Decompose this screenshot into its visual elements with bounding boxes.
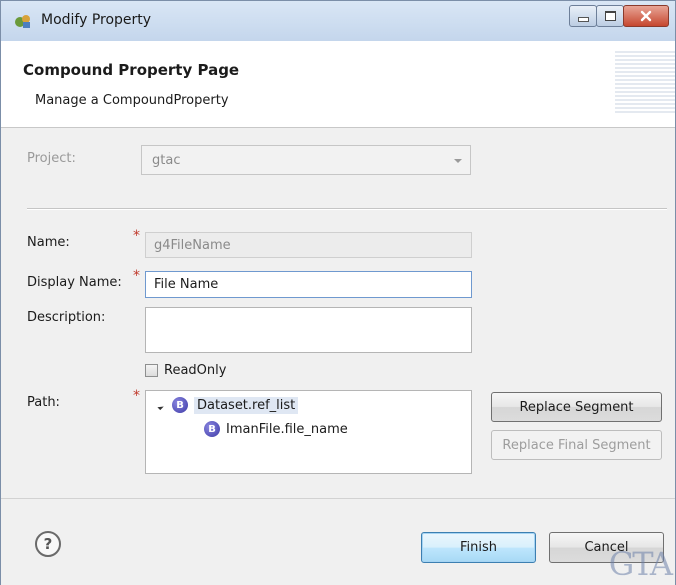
required-star: * <box>133 268 140 284</box>
name-field <box>145 232 472 258</box>
minimize-button[interactable] <box>569 5 597 27</box>
project-combo: gtac <box>141 145 471 175</box>
page-header: Compound Property Page Manage a Compound… <box>1 41 675 128</box>
finish-button[interactable]: Finish <box>421 532 536 563</box>
business-object-icon: B <box>204 421 220 437</box>
path-label: Path: <box>27 395 60 410</box>
description-label: Description: <box>27 310 106 325</box>
readonly-checkbox-row[interactable]: ReadOnly <box>145 363 226 378</box>
replace-final-segment-button: Replace Final Segment <box>491 430 662 460</box>
description-field[interactable] <box>145 307 472 353</box>
readonly-label: ReadOnly <box>164 363 227 378</box>
tree-item-label: Dataset.ref_list <box>194 396 299 414</box>
eclipse-property-icon <box>15 15 30 28</box>
title-bar[interactable]: Modify Property <box>1 1 675 41</box>
expand-triangle-icon[interactable] <box>157 400 167 410</box>
form-content: Project: gtac Name: * Display Name: * De… <box>1 128 675 498</box>
page-title: Compound Property Page <box>23 61 240 79</box>
display-name-field[interactable] <box>145 271 472 298</box>
minimize-icon <box>577 16 589 22</box>
separator <box>27 208 667 210</box>
tree-item[interactable]: B ImanFile.file_name <box>204 419 348 439</box>
window-title: Modify Property <box>41 12 152 28</box>
gta-watermark: GTA <box>608 545 673 583</box>
modify-property-dialog: Modify Property Compound Property Page M… <box>0 0 676 585</box>
help-icon[interactable]: ? <box>35 531 61 557</box>
header-banner-graphic <box>615 51 675 115</box>
business-object-icon: B <box>172 397 188 413</box>
project-value: gtac <box>152 153 181 168</box>
display-name-label: Display Name: <box>27 275 122 290</box>
tree-item[interactable]: B Dataset.ref_list <box>157 395 299 415</box>
page-subtitle: Manage a CompoundProperty <box>35 93 229 108</box>
required-star: * <box>133 228 140 244</box>
close-icon <box>640 10 652 22</box>
window-controls <box>569 5 669 27</box>
path-tree[interactable]: B Dataset.ref_list B ImanFile.file_name <box>145 390 472 474</box>
maximize-icon <box>604 11 616 21</box>
chevron-down-icon <box>454 159 462 163</box>
close-button[interactable] <box>623 5 669 27</box>
required-star: * <box>133 388 140 404</box>
dialog-footer: ? Finish Cancel GTA <box>1 498 675 585</box>
project-label: Project: <box>27 151 76 166</box>
readonly-checkbox[interactable] <box>145 364 158 377</box>
tree-item-label: ImanFile.file_name <box>226 421 348 437</box>
replace-segment-button[interactable]: Replace Segment <box>491 392 662 422</box>
maximize-button[interactable] <box>596 5 624 27</box>
name-label: Name: <box>27 235 70 250</box>
